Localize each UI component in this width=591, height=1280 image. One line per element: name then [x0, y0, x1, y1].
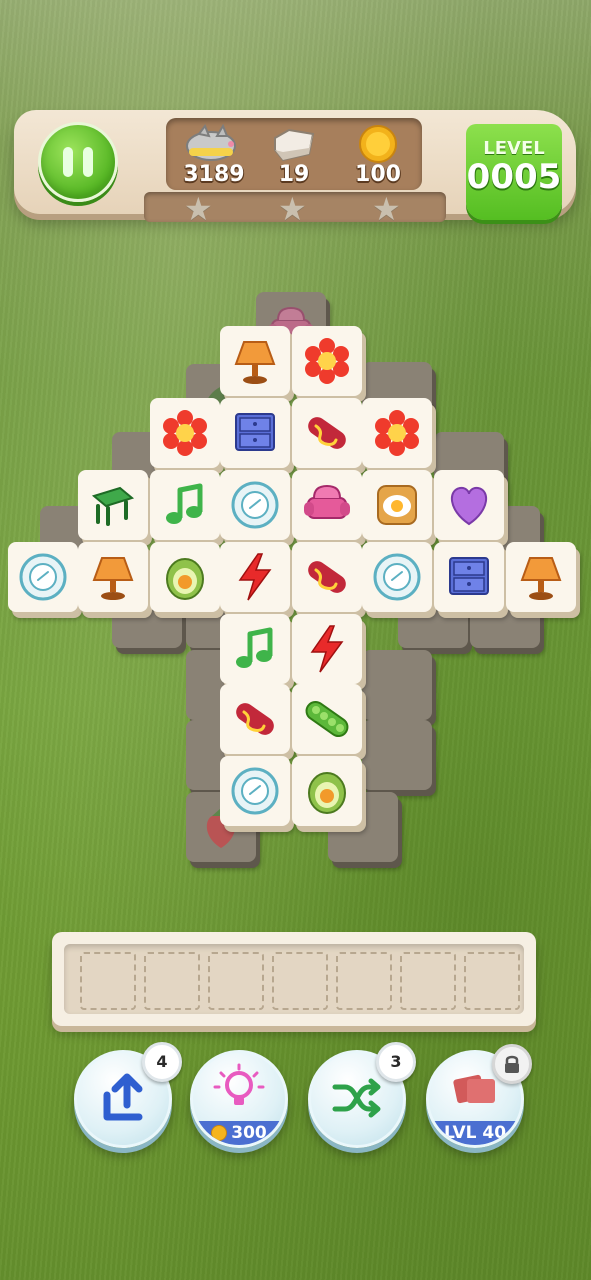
tile-heart[interactable] [434, 470, 504, 540]
lightbulb-icon [213, 1063, 265, 1105]
blocked-tile [362, 650, 432, 720]
avocado-icon [166, 558, 204, 600]
green-chair-icon [91, 486, 135, 526]
tray-slot [464, 952, 520, 1010]
locked-level-band: LVL 40 [429, 1121, 521, 1145]
tile-avocado[interactable] [292, 756, 362, 826]
tile-plate[interactable] [362, 542, 432, 612]
tile-music-note[interactable] [150, 470, 220, 540]
hotdog-icon [236, 703, 274, 735]
undo-count-badge: 4 [142, 1042, 182, 1082]
nightstand-icon [235, 413, 275, 451]
tile-hotdog[interactable] [292, 542, 362, 612]
heart-icon [451, 486, 487, 526]
tray-inner [64, 944, 524, 1014]
nightstand-icon [449, 557, 489, 595]
tray-slot [336, 952, 392, 1010]
lightning-icon [310, 625, 344, 673]
shuffle-count-badge: 3 [376, 1042, 416, 1082]
tray-slot [272, 952, 328, 1010]
tile-hotdog[interactable] [220, 684, 290, 754]
tile-hotdog[interactable] [292, 398, 362, 468]
hint-cost-value: 300 [231, 1123, 267, 1143]
flower-icon [375, 410, 419, 456]
tile-board [0, 0, 591, 900]
avocado-icon [308, 772, 346, 814]
tray-slot [400, 952, 456, 1010]
hint-cost: 300 [193, 1121, 285, 1145]
tile-lamp[interactable] [78, 542, 148, 612]
tile-plate[interactable] [220, 756, 290, 826]
blocked-tile [362, 720, 432, 790]
tile-plate[interactable] [8, 542, 78, 612]
lamp-icon [234, 341, 276, 384]
shuffle-icon [332, 1078, 381, 1118]
undo-arrow-icon [103, 1073, 143, 1121]
toast-egg-icon [377, 485, 417, 525]
plate-icon [373, 553, 421, 601]
tile-flower[interactable] [362, 398, 432, 468]
tile-flower[interactable] [150, 398, 220, 468]
plate-icon [231, 481, 279, 529]
armchair-icon [304, 484, 350, 519]
lightning-icon [238, 553, 272, 601]
lamp-icon [520, 557, 562, 600]
tile-tray [52, 932, 536, 1026]
flower-icon [163, 410, 207, 456]
tile-avocado[interactable] [150, 542, 220, 612]
tile-lightning[interactable] [220, 542, 290, 612]
hint-button[interactable]: 300 [190, 1050, 288, 1148]
tile-lamp[interactable] [506, 542, 576, 612]
tray-slot [144, 952, 200, 1010]
plate-icon [19, 553, 67, 601]
music-note-icon [236, 627, 273, 668]
tile-green-chair[interactable] [78, 470, 148, 540]
tile-peapod[interactable] [292, 684, 362, 754]
tile-toast-egg[interactable] [362, 470, 432, 540]
tile-armchair[interactable] [292, 470, 362, 540]
lamp-icon [92, 557, 134, 600]
peapod-icon [305, 700, 349, 738]
tile-flower[interactable] [292, 326, 362, 396]
tile-music-note[interactable] [220, 614, 290, 684]
locked-level-label: LVL 40 [443, 1123, 507, 1143]
flower-icon [305, 338, 349, 384]
tile-lamp[interactable] [220, 326, 290, 396]
tile-nightstand[interactable] [220, 398, 290, 468]
tile-nightstand[interactable] [434, 542, 504, 612]
tray-slot [80, 952, 136, 1010]
plate-icon [231, 767, 279, 815]
tile-plate[interactable] [220, 470, 290, 540]
music-note-icon [166, 483, 203, 524]
tile-lightning[interactable] [292, 614, 362, 684]
coin-icon [211, 1125, 228, 1141]
tray-slot [208, 952, 264, 1010]
hotdog-icon [308, 417, 346, 449]
hotdog-icon [308, 561, 346, 593]
lock-icon [492, 1044, 532, 1084]
